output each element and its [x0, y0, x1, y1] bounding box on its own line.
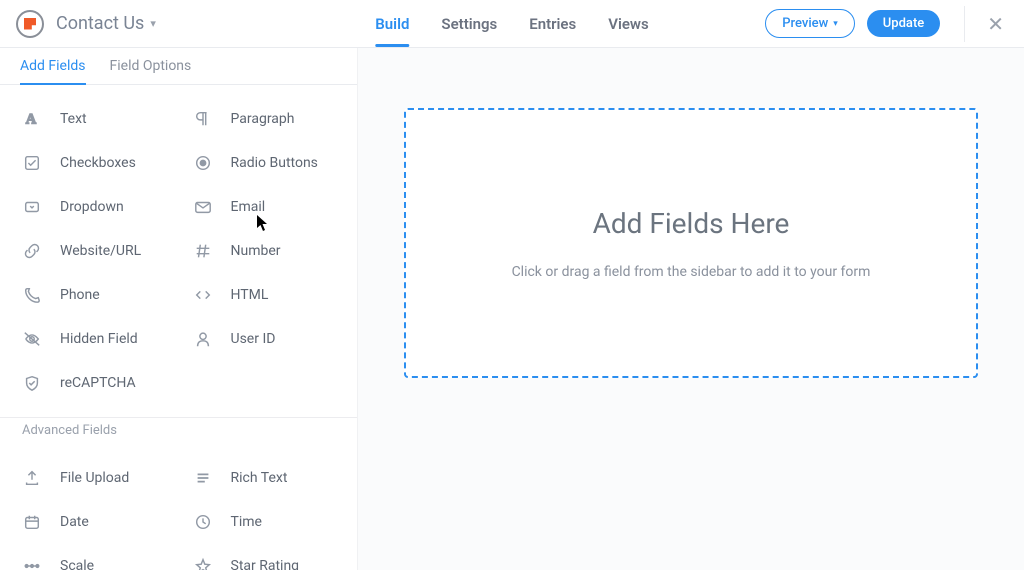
field-radio-buttons[interactable]: Radio Buttons	[179, 141, 350, 185]
paragraph-icon	[193, 109, 213, 129]
sidebar-tabs: Add Fields Field Options	[0, 48, 357, 85]
main-nav: Build Settings Entries Views	[375, 1, 648, 47]
field-recaptcha[interactable]: reCAPTCHA	[8, 361, 179, 405]
date-icon	[22, 512, 42, 532]
field-phone[interactable]: Phone	[8, 273, 179, 317]
dropzone-title: Add Fields Here	[593, 207, 790, 240]
upload-icon	[22, 468, 42, 488]
app-logo	[16, 10, 44, 38]
checkbox-icon	[22, 153, 42, 173]
code-icon	[193, 285, 213, 305]
field-user-id[interactable]: User ID	[179, 317, 350, 361]
field-star-rating[interactable]: Star Rating	[179, 544, 350, 570]
field-label: reCAPTCHA	[60, 375, 136, 391]
tab-add-fields[interactable]: Add Fields	[20, 58, 86, 84]
dropdown-icon	[22, 197, 42, 217]
field-label: Website/URL	[60, 243, 141, 259]
field-website-url[interactable]: Website/URL	[8, 229, 179, 273]
update-button[interactable]: Update	[867, 10, 940, 37]
star-icon	[193, 556, 213, 570]
field-label: Hidden Field	[60, 331, 138, 347]
divider	[964, 6, 965, 42]
canvas: Add Fields Here Click or drag a field fr…	[358, 48, 1024, 570]
field-label: Rich Text	[231, 470, 288, 486]
form-title-dropdown[interactable]: Contact Us ▾	[56, 13, 156, 34]
form-title: Contact Us	[56, 13, 144, 34]
nav-entries[interactable]: Entries	[529, 1, 576, 47]
field-file-upload[interactable]: File Upload	[8, 456, 179, 500]
field-paragraph[interactable]: Paragraph	[179, 97, 350, 141]
shield-icon	[22, 373, 42, 393]
field-dropdown[interactable]: Dropdown	[8, 185, 179, 229]
field-rich-text[interactable]: Rich Text	[179, 456, 350, 500]
field-label: HTML	[231, 287, 269, 303]
field-dropzone[interactable]: Add Fields Here Click or drag a field fr…	[404, 108, 978, 378]
field-html[interactable]: HTML	[179, 273, 350, 317]
field-label: Paragraph	[231, 111, 295, 127]
preview-label: Preview	[782, 16, 828, 31]
sidebar: Add Fields Field Options Text Paragraph Ch…	[0, 48, 358, 570]
preview-button[interactable]: Preview ▾	[765, 9, 855, 38]
user-icon	[193, 329, 213, 349]
richtext-icon	[193, 468, 213, 488]
link-icon	[22, 241, 42, 261]
nav-build[interactable]: Build	[375, 1, 409, 47]
dropzone-subtitle: Click or drag a field from the sidebar t…	[512, 264, 871, 280]
field-label: Dropdown	[60, 199, 124, 215]
field-label: Number	[231, 243, 281, 259]
field-label: Date	[60, 514, 89, 530]
field-scale[interactable]: Scale	[8, 544, 179, 570]
field-label: Email	[231, 199, 266, 215]
scale-icon	[22, 556, 42, 570]
field-label: User ID	[231, 331, 276, 347]
field-label: Time	[231, 514, 262, 530]
field-email[interactable]: Email	[179, 185, 350, 229]
field-hidden-field[interactable]: Hidden Field	[8, 317, 179, 361]
text-icon	[22, 109, 42, 129]
field-label: File Upload	[60, 470, 129, 486]
field-time[interactable]: Time	[179, 500, 350, 544]
chevron-down-icon: ▾	[150, 17, 156, 30]
email-icon	[193, 197, 213, 217]
tab-field-options[interactable]: Field Options	[110, 58, 192, 84]
advanced-fields-header: Advanced Fields	[0, 409, 357, 444]
close-icon[interactable]: ✕	[983, 8, 1008, 40]
basic-fields: Text Paragraph Checkboxes Radio Buttons Drop…	[0, 85, 357, 409]
field-label: Checkboxes	[60, 155, 136, 171]
nav-views[interactable]: Views	[608, 1, 649, 47]
field-label: Radio Buttons	[231, 155, 318, 171]
caret-down-icon: ▾	[833, 19, 838, 29]
field-date[interactable]: Date	[8, 500, 179, 544]
advanced-fields: File Upload Rich Text Date Time Scale Star Ra…	[0, 444, 357, 570]
nav-settings[interactable]: Settings	[441, 1, 497, 47]
radio-icon	[193, 153, 213, 173]
field-label: Scale	[60, 558, 94, 570]
field-label: Star Rating	[231, 558, 300, 570]
header: Contact Us ▾ Build Settings Entries View…	[0, 0, 1024, 48]
field-number[interactable]: Number	[179, 229, 350, 273]
phone-icon	[22, 285, 42, 305]
field-checkboxes[interactable]: Checkboxes	[8, 141, 179, 185]
field-text[interactable]: Text	[8, 97, 179, 141]
time-icon	[193, 512, 213, 532]
field-label: Phone	[60, 287, 100, 303]
hash-icon	[193, 241, 213, 261]
hidden-icon	[22, 329, 42, 349]
field-label: Text	[60, 111, 87, 127]
